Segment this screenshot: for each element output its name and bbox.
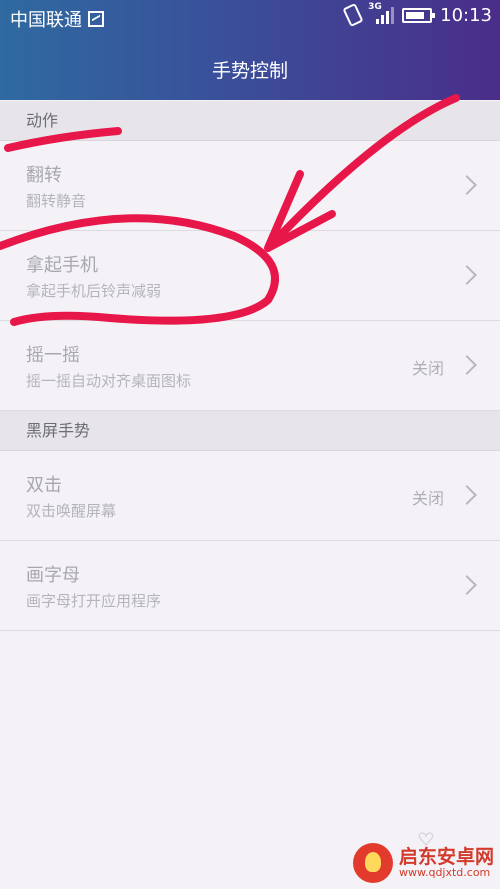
row-subtitle: 摇一摇自动对齐桌面图标 xyxy=(26,372,192,390)
app-header: 中国联通 3G 10:13 手势控制 xyxy=(0,0,500,100)
status-bar: 中国联通 3G 10:13 xyxy=(0,0,500,36)
setting-row-flip[interactable]: 翻转 翻转静音 xyxy=(0,141,500,231)
row-subtitle: 双击唤醒屏幕 xyxy=(26,502,117,520)
section-header-actions: 动作 xyxy=(0,101,500,141)
setting-row-draw-letter[interactable]: 画字母 画字母打开应用程序 xyxy=(0,541,500,631)
row-subtitle: 拿起手机后铃声减弱 xyxy=(26,282,162,300)
signal-icon: 3G xyxy=(368,2,395,26)
row-title: 双击 xyxy=(26,475,62,496)
chevron-right-icon xyxy=(457,265,477,285)
chevron-right-icon xyxy=(457,485,477,505)
section-header-screen-off-gestures: 黑屏手势 xyxy=(0,411,500,451)
setting-row-shake[interactable]: 摇一摇 摇一摇自动对齐桌面图标 关闭 xyxy=(0,321,500,411)
watermark-url: www.qdjxtd.com xyxy=(398,866,491,880)
clock: 10:13 xyxy=(440,4,492,26)
row-value: 关闭 xyxy=(411,359,444,378)
row-subtitle: 画字母打开应用程序 xyxy=(26,592,162,610)
setting-row-pickup[interactable]: 拿起手机 拿起手机后铃声减弱 xyxy=(0,231,500,321)
watermark-logo-icon xyxy=(352,843,393,883)
image-notification-icon xyxy=(88,11,104,27)
vibrate-icon xyxy=(342,2,364,28)
row-subtitle: 翻转静音 xyxy=(26,192,87,210)
carrier-name: 中国联通 xyxy=(10,10,82,31)
battery-icon xyxy=(402,7,436,23)
row-title: 拿起手机 xyxy=(26,255,98,276)
page-title: 手势控制 xyxy=(211,60,288,82)
row-value: 关闭 xyxy=(411,489,444,508)
row-title: 摇一摇 xyxy=(26,345,80,366)
row-title: 画字母 xyxy=(26,565,80,586)
setting-row-double-tap[interactable]: 双击 双击唤醒屏幕 关闭 xyxy=(0,451,500,541)
carrier-group: 中国联通 xyxy=(10,6,104,32)
status-icons: 3G 10:13 xyxy=(342,2,492,28)
chevron-right-icon xyxy=(457,575,477,595)
watermark-name: 启东安卓网 xyxy=(398,845,494,868)
row-title: 翻转 xyxy=(26,165,62,186)
watermark: 启东安卓网 www.qdjxtd.com xyxy=(352,843,494,883)
chevron-right-icon xyxy=(457,355,477,375)
chevron-right-icon xyxy=(457,175,477,195)
